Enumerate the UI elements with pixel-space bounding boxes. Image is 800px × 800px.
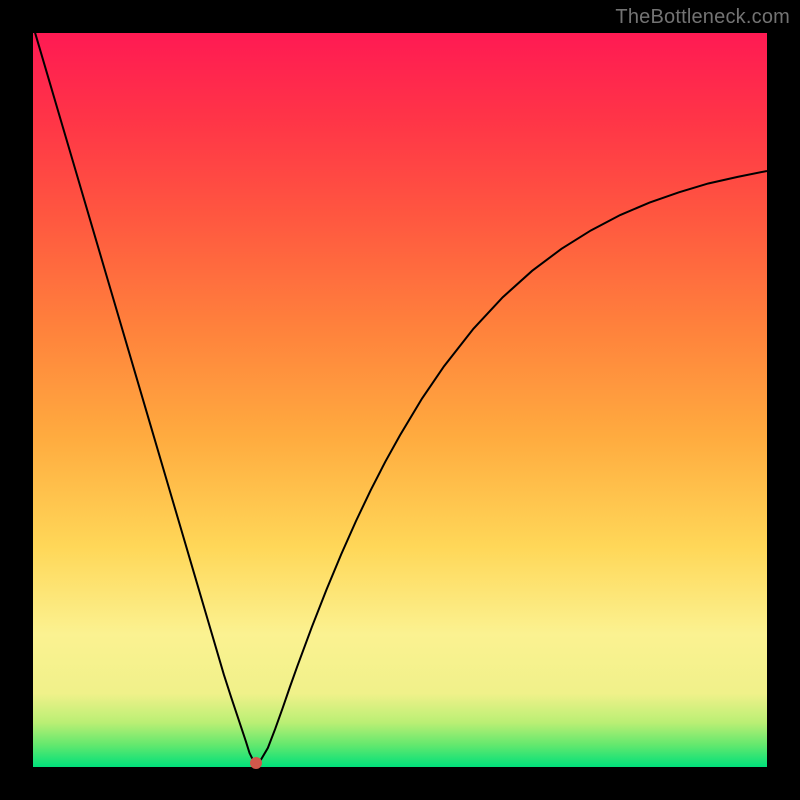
bottleneck-curve <box>33 26 767 761</box>
min-dot <box>250 757 262 769</box>
plot-area <box>33 33 767 767</box>
curve-layer <box>33 33 767 767</box>
watermark: TheBottleneck.com <box>615 6 790 29</box>
chart-container: TheBottleneck.com <box>0 0 800 800</box>
